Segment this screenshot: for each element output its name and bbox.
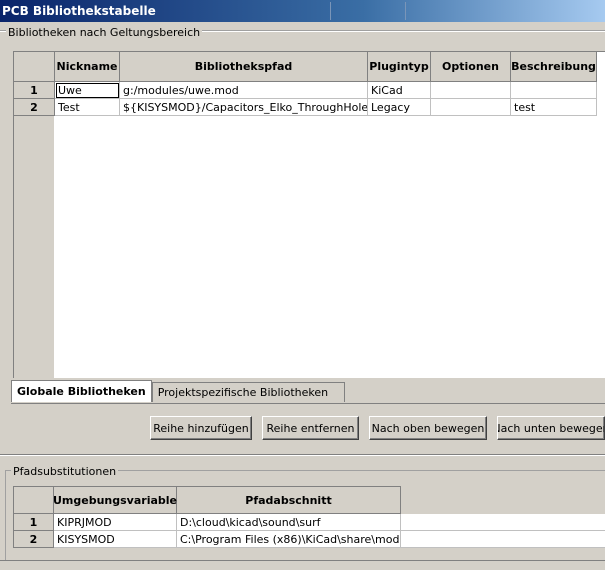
corner-cell <box>13 486 54 514</box>
variable-cell[interactable]: KIPRJMOD <box>54 514 177 531</box>
row-number[interactable]: 1 <box>14 82 55 99</box>
subst-table-header: Umgebungsvariable Pfadabschnitt <box>13 486 401 516</box>
row-number[interactable]: 1 <box>13 514 54 531</box>
table-row[interactable]: 2 Test ${KISYSMOD}/Capacitors_Elko_Throu… <box>14 99 597 116</box>
move-up-button[interactable]: Nach oben bewegen <box>369 416 487 440</box>
table-row[interactable]: 1 KIPRJMOD D:\cloud\kicad\sound\surf <box>13 514 605 531</box>
plugin-cell[interactable]: Legacy <box>368 99 431 116</box>
path-segment-cell[interactable]: D:\cloud\kicad\sound\surf <box>177 514 401 531</box>
nickname-cell[interactable]: Test <box>55 99 120 116</box>
tab-baseline <box>11 403 605 404</box>
table-row[interactable]: 2 KISYSMOD C:\Program Files (x86)\KiCad\… <box>13 531 605 548</box>
row-label-column <box>14 82 54 378</box>
empty-cell <box>401 531 605 548</box>
path-substitution-table[interactable]: Umgebungsvariable Pfadabschnitt 1 KIPRJM… <box>13 486 605 548</box>
options-cell[interactable] <box>431 99 511 116</box>
column-header-plugin[interactable]: Plugintyp <box>368 52 431 82</box>
description-cell[interactable] <box>511 82 597 99</box>
move-down-button[interactable]: Nach unten bewegen <box>497 416 605 440</box>
library-scope-tabs: Globale Bibliotheken Projektspezifische … <box>11 380 345 404</box>
description-cell[interactable]: test <box>511 99 597 116</box>
title-divider <box>405 2 406 20</box>
scope-group-title: Bibliotheken nach Geltungsbereich <box>6 26 203 39</box>
tab-global-libraries[interactable]: Globale Bibliotheken <box>11 380 152 402</box>
path-segment-cell[interactable]: C:\Program Files (x86)\KiCad\share\modul… <box>177 531 401 548</box>
column-header-path[interactable]: Bibliothekspfad <box>120 52 368 82</box>
tab-project-libraries[interactable]: Projektspezifische Bibliotheken <box>151 382 345 402</box>
group-frame-line <box>5 470 6 569</box>
row-number[interactable]: 2 <box>14 99 55 116</box>
path-cell[interactable]: g:/modules/uwe.mod <box>120 82 368 99</box>
row-number[interactable]: 2 <box>13 531 54 548</box>
section-divider <box>0 454 605 456</box>
library-table-header: Nickname Bibliothekspfad Plugintyp Optio… <box>14 52 597 82</box>
remove-row-button[interactable]: Reihe entfernen <box>262 416 359 440</box>
window-title: PCB Bibliothekstabelle <box>2 4 156 18</box>
table-row[interactable]: 1 Uwe g:/modules/uwe.mod KiCad <box>14 82 597 99</box>
title-divider <box>330 2 331 20</box>
library-table[interactable]: Nickname Bibliothekspfad Plugintyp Optio… <box>13 51 605 378</box>
options-cell[interactable] <box>431 82 511 99</box>
column-header-path-segment[interactable]: Pfadabschnitt <box>177 486 401 514</box>
add-row-button[interactable]: Reihe hinzufügen <box>150 416 252 440</box>
column-header-description[interactable]: Beschreibung <box>511 52 597 82</box>
title-bar: PCB Bibliothekstabelle <box>0 0 605 22</box>
column-header-variable[interactable]: Umgebungsvariable <box>53 486 177 514</box>
variable-cell[interactable]: KISYSMOD <box>54 531 177 548</box>
column-header-options[interactable]: Optionen <box>431 52 511 82</box>
subst-group-title: Pfadsubstitutionen <box>11 465 119 478</box>
path-cell[interactable]: ${KISYSMOD}/Capacitors_Elko_ThroughHole.… <box>120 99 368 116</box>
column-header-nickname[interactable]: Nickname <box>55 52 120 82</box>
plugin-cell[interactable]: KiCad <box>368 82 431 99</box>
empty-cell <box>401 514 605 531</box>
corner-cell <box>14 52 55 82</box>
nickname-cell[interactable]: Uwe <box>55 82 120 99</box>
